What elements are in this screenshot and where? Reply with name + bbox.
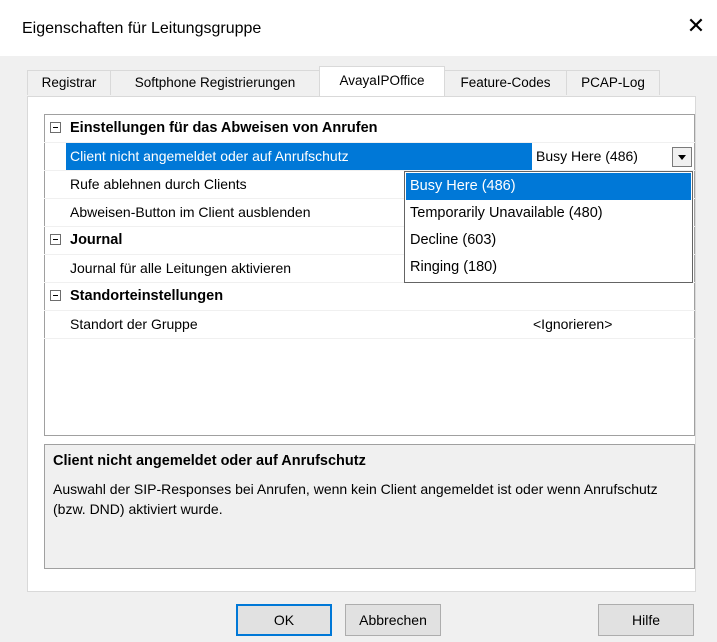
ok-button[interactable]: OK: [236, 604, 332, 636]
property-name-selected[interactable]: Client nicht angemeldet oder auf Anrufsc…: [66, 143, 532, 170]
dropdown-option-busy-here[interactable]: Busy Here (486): [406, 173, 691, 200]
properties-dialog: Eigenschaften für Leitungsgruppe ✕ Regis…: [0, 0, 717, 642]
property-label: Abweisen-Button im Client ausblenden: [70, 204, 311, 220]
tab-pcap-log[interactable]: PCAP-Log: [566, 70, 660, 95]
sip-response-dropdown-list: Busy Here (486) Temporarily Unavailable …: [404, 171, 693, 283]
description-text: Auswahl der SIP-Responses bei Anrufen, w…: [53, 481, 658, 517]
category-label: Standorteinstellungen: [70, 288, 224, 304]
window-title: Eigenschaften für Leitungsgruppe: [22, 20, 262, 37]
tab-registrar[interactable]: Registrar: [27, 70, 111, 95]
description-title: Client nicht angemeldet oder auf Anrufsc…: [53, 453, 366, 469]
property-value[interactable]: Busy Here (486): [536, 148, 638, 164]
tab-feature-codes[interactable]: Feature-Codes: [444, 70, 567, 95]
collapse-icon[interactable]: [50, 290, 61, 301]
help-button[interactable]: Hilfe: [598, 604, 694, 636]
cancel-button[interactable]: Abbrechen: [345, 604, 441, 636]
property-label: Rufe ablehnen durch Clients: [70, 176, 247, 192]
property-value[interactable]: <Ignorieren>: [533, 316, 612, 332]
category-row-standort[interactable]: Standorteinstellungen: [44, 283, 695, 311]
collapse-icon[interactable]: [50, 122, 61, 133]
description-panel: Client nicht angemeldet oder auf Anrufsc…: [44, 444, 695, 569]
property-row-client-nicht-angemeldet[interactable]: Client nicht angemeldet oder auf Anrufsc…: [44, 143, 695, 171]
collapse-icon[interactable]: [50, 234, 61, 245]
property-label: Journal für alle Leitungen aktivieren: [70, 260, 292, 276]
dropdown-option-decline[interactable]: Decline (603): [406, 227, 691, 254]
tab-softphone-registrierungen[interactable]: Softphone Registrierungen: [110, 70, 320, 95]
chevron-down-icon[interactable]: [672, 147, 692, 167]
property-label: Standort der Gruppe: [70, 316, 198, 332]
title-bar: Eigenschaften für Leitungsgruppe ✕: [0, 0, 717, 56]
dropdown-option-ringing[interactable]: Ringing (180): [406, 254, 691, 281]
category-row-abweisen[interactable]: Einstellungen für das Abweisen von Anruf…: [44, 115, 695, 143]
close-icon[interactable]: ✕: [680, 10, 712, 42]
property-label: Client nicht angemeldet oder auf Anrufsc…: [70, 148, 349, 164]
tab-avayaipoffice[interactable]: AvayaIPOffice: [319, 66, 445, 96]
category-label: Einstellungen für das Abweisen von Anruf…: [70, 120, 378, 136]
property-row-standort-der-gruppe[interactable]: Standort der Gruppe <Ignorieren>: [44, 311, 695, 339]
dropdown-option-temporarily-unavailable[interactable]: Temporarily Unavailable (480): [406, 200, 691, 227]
category-label: Journal: [70, 232, 123, 248]
